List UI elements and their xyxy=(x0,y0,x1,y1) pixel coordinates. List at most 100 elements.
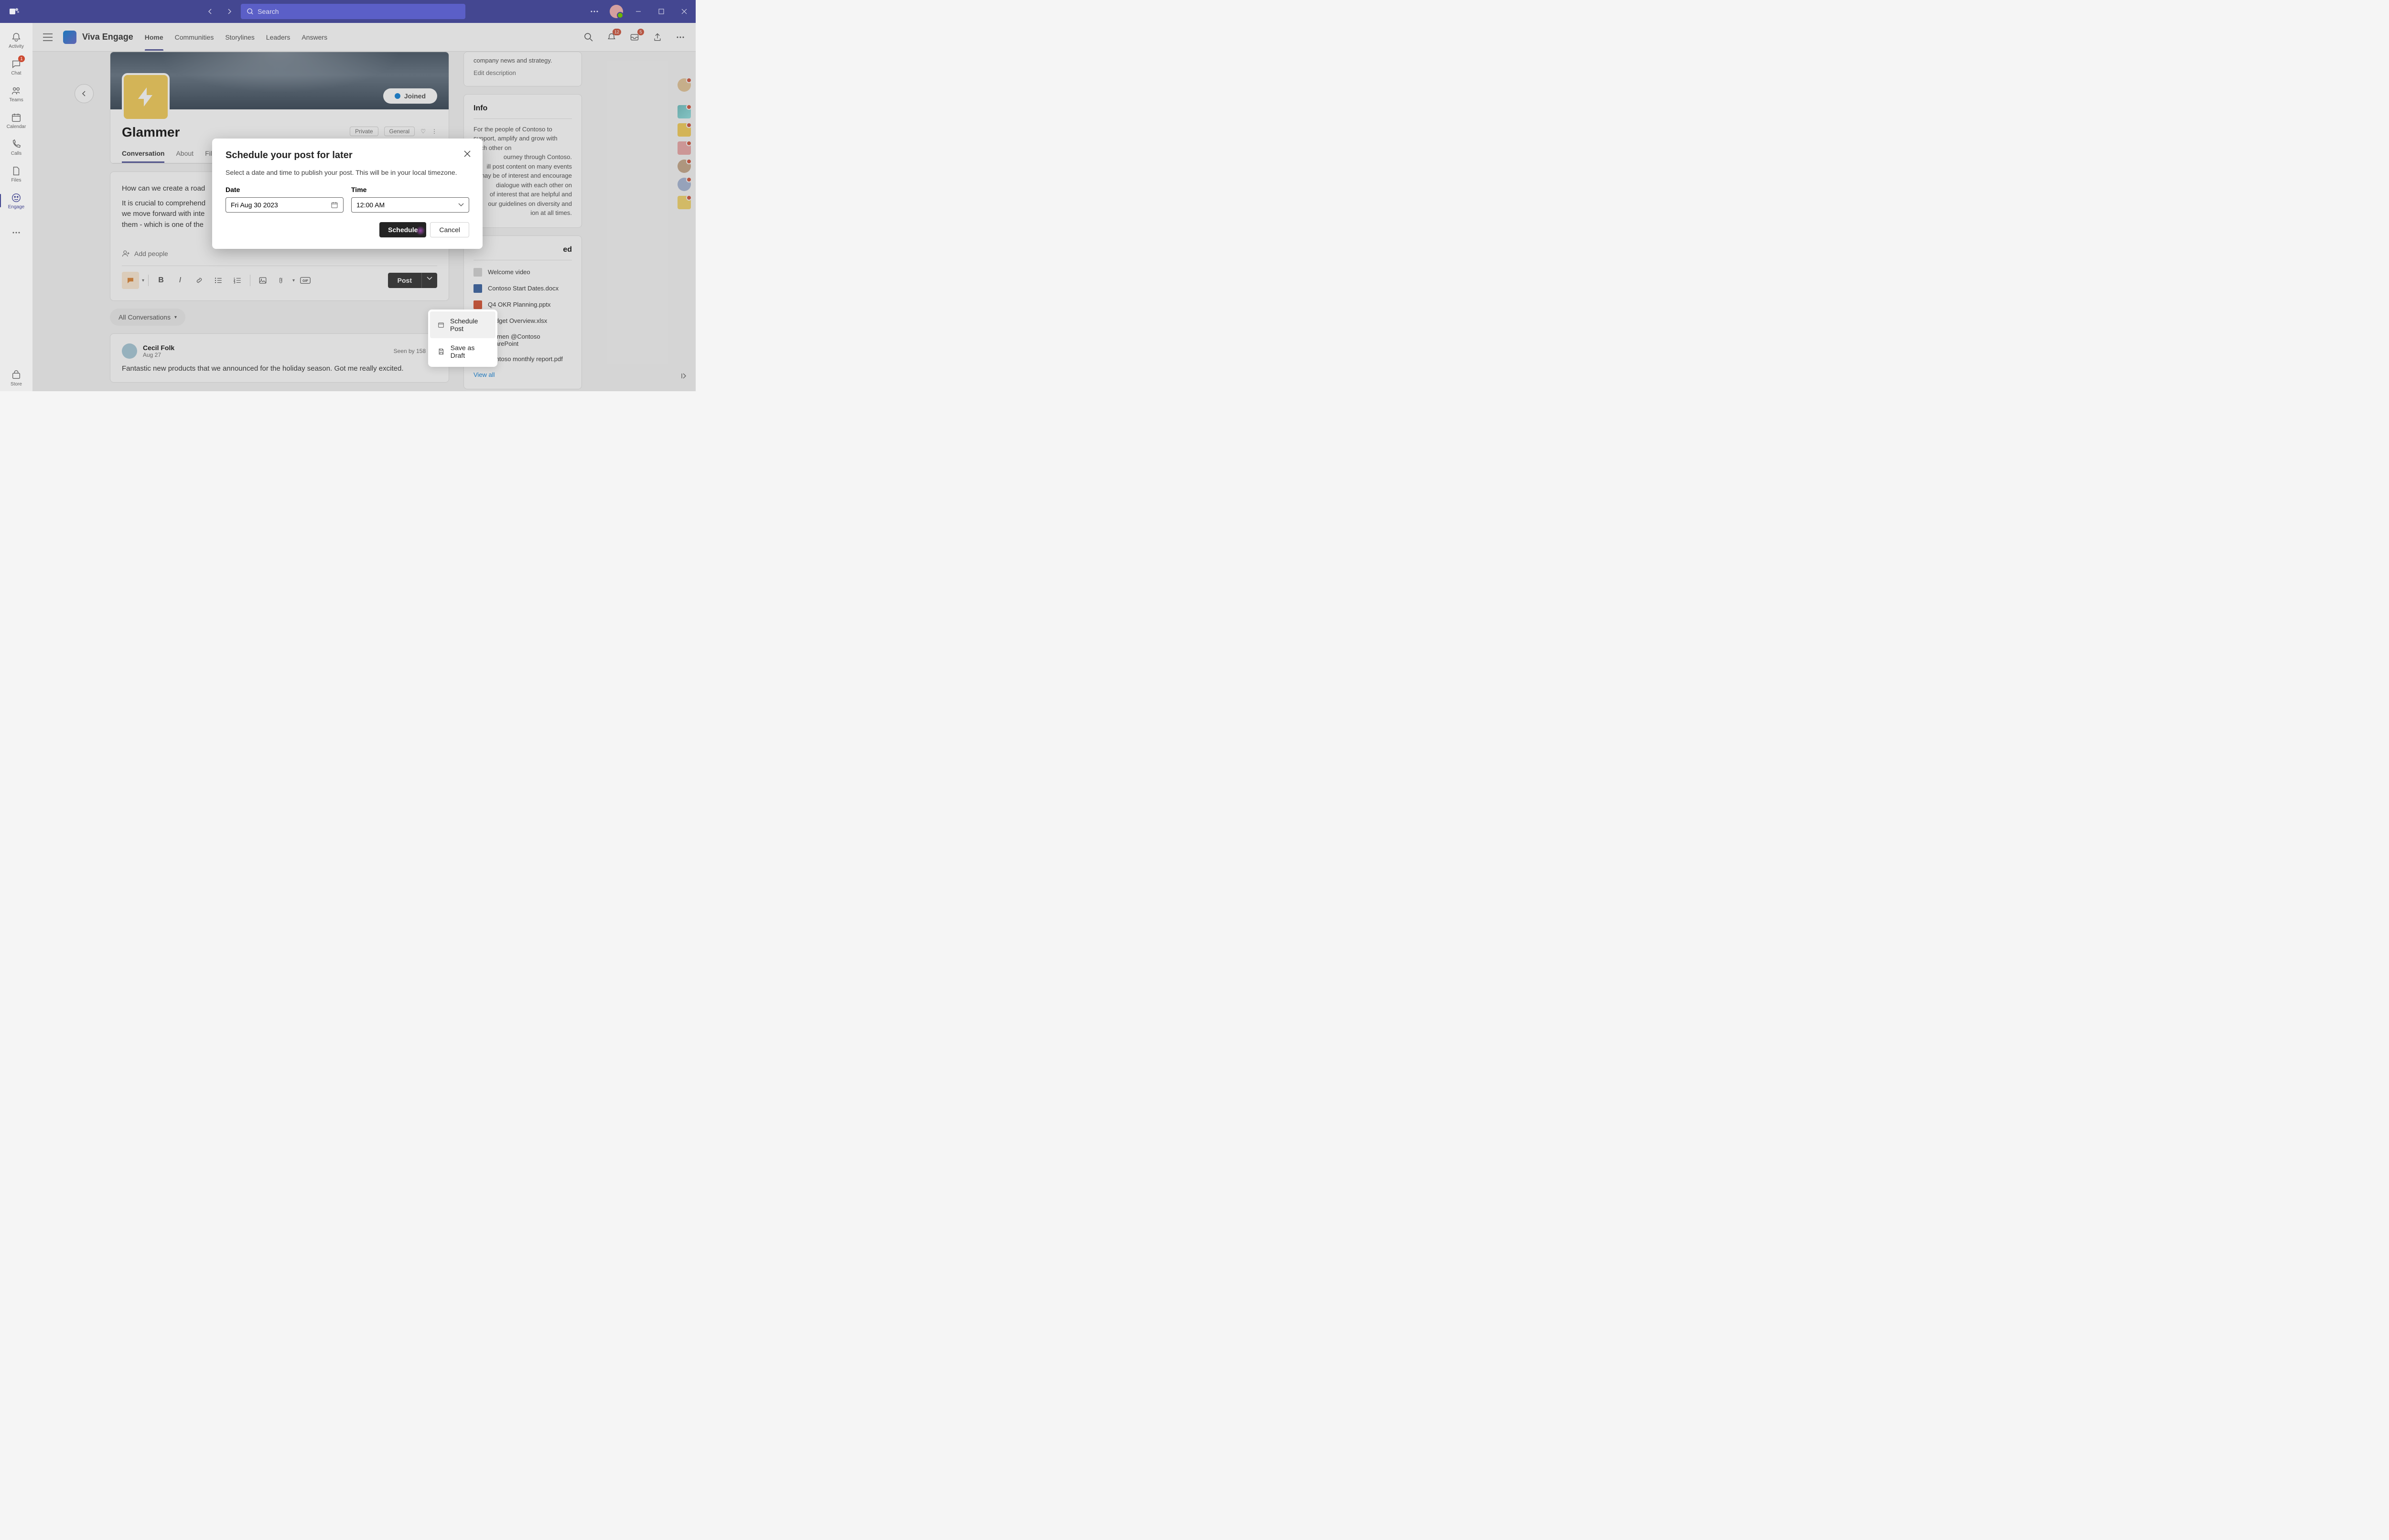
modal-close-button[interactable] xyxy=(462,148,473,160)
filter-label: All Conversations xyxy=(118,313,171,321)
collapse-rail-button[interactable] xyxy=(678,370,690,382)
chat-contact[interactable] xyxy=(678,196,691,209)
tab-leaders[interactable]: Leaders xyxy=(266,24,291,51)
time-input[interactable] xyxy=(351,197,469,213)
tab-storylines[interactable]: Storylines xyxy=(225,24,254,51)
rail-teams[interactable]: Teams xyxy=(3,80,30,107)
add-people-button[interactable]: Add people xyxy=(122,249,437,258)
joined-button[interactable]: Joined xyxy=(383,88,437,104)
tab-home[interactable]: Home xyxy=(145,24,163,51)
search-box[interactable] xyxy=(241,4,465,19)
rail-badge: 1 xyxy=(18,55,25,62)
schedule-button[interactable]: Schedule xyxy=(379,222,426,237)
community-more-button[interactable]: ⋮ xyxy=(431,128,437,135)
pinned-item[interactable]: Welcome video xyxy=(473,264,572,280)
nav-forward-button[interactable] xyxy=(222,4,237,19)
rail-more[interactable] xyxy=(3,220,30,246)
chat-contact[interactable] xyxy=(678,78,691,92)
close-button[interactable] xyxy=(677,4,692,19)
header-inbox-button[interactable]: 5 xyxy=(627,30,642,45)
left-rail: Activity 1 Chat Teams Calendar Calls Fil… xyxy=(0,23,32,391)
chevron-down-icon[interactable] xyxy=(458,203,464,207)
search-input[interactable] xyxy=(258,8,460,15)
check-icon xyxy=(395,93,400,99)
gif-button[interactable]: GIF xyxy=(297,272,314,289)
date-field[interactable] xyxy=(231,201,331,209)
attach-button[interactable] xyxy=(273,272,291,289)
time-label: Time xyxy=(351,186,469,193)
time-field[interactable] xyxy=(356,201,458,209)
number-list-button[interactable] xyxy=(229,272,246,289)
post-dropdown-button[interactable] xyxy=(421,273,437,288)
chat-contact[interactable] xyxy=(678,178,691,191)
rail-label: Files xyxy=(11,178,21,183)
community-tab-conversation[interactable]: Conversation xyxy=(122,144,164,163)
word-icon xyxy=(473,284,482,293)
bullet-list-button[interactable] xyxy=(210,272,227,289)
chevron-down-icon: ▾ xyxy=(174,315,177,320)
post-options-menu: Schedule Post Save as Draft xyxy=(428,310,497,367)
pinned-item[interactable]: Contoso Start Dates.docx xyxy=(473,280,572,297)
hamburger-button[interactable] xyxy=(40,30,55,45)
message-type-button[interactable] xyxy=(122,272,139,289)
pinned-heading: ed xyxy=(473,246,572,254)
calendar-icon[interactable] xyxy=(331,201,338,209)
rail-label: Engage xyxy=(8,204,24,210)
header-share-button[interactable] xyxy=(650,30,665,45)
save-draft-option[interactable]: Save as Draft xyxy=(430,338,495,365)
rail-files[interactable]: Files xyxy=(3,160,30,187)
post-author-avatar[interactable] xyxy=(122,343,137,359)
rail-chat[interactable]: 1 Chat xyxy=(3,53,30,80)
notif-badge: 12 xyxy=(613,29,621,35)
link-button[interactable] xyxy=(191,272,208,289)
chevron-down-icon[interactable]: ▾ xyxy=(142,278,144,283)
date-input[interactable] xyxy=(226,197,344,213)
post-body: Fantastic new products that we announced… xyxy=(122,364,437,373)
add-people-label: Add people xyxy=(134,250,168,257)
nav-back-button[interactable] xyxy=(203,4,218,19)
phone-icon xyxy=(11,139,22,150)
rail-label: Store xyxy=(11,382,22,387)
favorite-icon[interactable]: ♡ xyxy=(420,128,426,135)
rail-store[interactable]: Store xyxy=(3,364,30,391)
tab-answers[interactable]: Answers xyxy=(301,24,327,51)
tab-communities[interactable]: Communities xyxy=(175,24,214,51)
header-search-button[interactable] xyxy=(581,30,596,45)
edit-description-link[interactable]: Edit description xyxy=(473,69,572,76)
user-avatar[interactable] xyxy=(610,5,623,18)
schedule-modal: Schedule your post for later Select a da… xyxy=(212,139,483,249)
calendar-icon xyxy=(11,112,22,123)
post-button[interactable]: Post xyxy=(388,273,421,288)
menu-item-label: Schedule Post xyxy=(450,317,488,332)
post-date: Aug 27 xyxy=(143,352,174,358)
minimize-button[interactable] xyxy=(631,4,646,19)
conversation-filter[interactable]: All Conversations ▾ xyxy=(110,309,185,326)
view-all-link[interactable]: View all xyxy=(473,371,495,378)
more-icon xyxy=(11,227,22,238)
post-seen-count: Seen by 158 xyxy=(394,348,426,354)
header-more-button[interactable] xyxy=(673,30,688,45)
maximize-button[interactable] xyxy=(654,4,669,19)
back-button[interactable] xyxy=(75,84,94,103)
schedule-post-option[interactable]: Schedule Post xyxy=(430,311,495,338)
rail-calls[interactable]: Calls xyxy=(3,134,30,160)
rail-calendar[interactable]: Calendar xyxy=(3,107,30,134)
app-title: Viva Engage xyxy=(82,32,133,42)
more-options-button[interactable] xyxy=(587,4,602,19)
chat-contact[interactable] xyxy=(678,123,691,137)
community-tab-about[interactable]: About xyxy=(176,144,194,163)
rail-activity[interactable]: Activity xyxy=(3,27,30,53)
teams-logo-icon xyxy=(8,5,21,18)
italic-button[interactable]: I xyxy=(172,272,189,289)
cancel-button[interactable]: Cancel xyxy=(430,222,469,237)
chevron-down-icon[interactable]: ▾ xyxy=(292,278,295,283)
chat-contact[interactable] xyxy=(678,105,691,118)
bold-button[interactable]: B xyxy=(152,272,170,289)
image-button[interactable] xyxy=(254,272,271,289)
chat-contact[interactable] xyxy=(678,141,691,155)
chat-contact[interactable] xyxy=(678,160,691,173)
app-header: Viva Engage Home Communities Storylines … xyxy=(32,23,696,52)
header-notifications-button[interactable]: 12 xyxy=(604,30,619,45)
rail-engage[interactable]: Engage xyxy=(3,187,30,214)
post-author-name[interactable]: Cecil Folk xyxy=(143,344,174,352)
